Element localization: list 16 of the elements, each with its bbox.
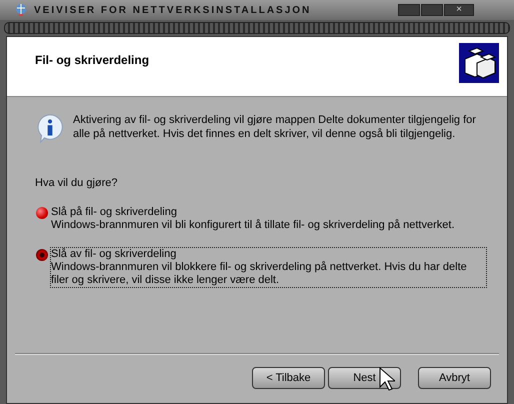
option-description: Windows-brannmuren vil blokkere fil- og skriverdeling på nettverket. Hvis du har delte filer og skrivere, vil disse ikke lenger være delt. [51, 261, 468, 287]
computers-icon [459, 43, 499, 83]
wizard-button[interactable]: < Tilbake [252, 367, 325, 389]
radio-button[interactable] [36, 249, 48, 261]
question-label: Hva vil du gjøre? [35, 177, 119, 189]
option-description: Windows-brannmuren vil bli konfigurert til å tillate fil- og skriverdeling på nettverket. [51, 219, 455, 232]
page-title: Fil- og skriverdeling [35, 53, 150, 69]
wizard-button[interactable]: Avbryt [418, 367, 491, 389]
cursor-icon [379, 367, 395, 391]
option-label[interactable]: Slå av fil- og skriverdeling [51, 248, 486, 261]
window-title: VEIVISER FOR NETTVERKSINSTALLASJON [34, 4, 312, 16]
close-button[interactable]: × [444, 4, 474, 16]
info-text: Aktivering av fil- og skriverdeling vil gjøre mappen Delte dokumenter tilgjengelig for alle på nettverket. Hvis det finnes en delt skriver, vil denne også bli tilgjengelig. [73, 113, 477, 142]
radio-button[interactable] [36, 207, 48, 219]
option-label[interactable]: Slå på fil- og skriverdeling [51, 206, 455, 219]
info-icon [35, 113, 65, 143]
